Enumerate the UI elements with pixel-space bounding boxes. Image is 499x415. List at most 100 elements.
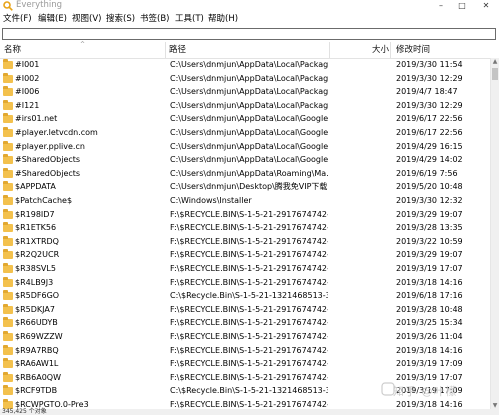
- menu-file[interactable]: 文件(F): [3, 12, 32, 26]
- file-row[interactable]: $R198ID7 F:\$RECYCLE.BIN\S-1-5-21-2917674…: [0, 208, 490, 222]
- file-name: #I002: [15, 73, 40, 83]
- file-row[interactable]: $R4LB9J3 F:\$RECYCLE.BIN\S-1-5-21-2917674…: [0, 276, 490, 290]
- file-path: F:\$RECYCLE.BIN\S-1-5-21-2917674742-3...: [170, 236, 328, 246]
- file-name: #SharedObjects: [15, 155, 81, 165]
- folder-icon: [3, 86, 13, 97]
- folder-icon: [3, 167, 13, 178]
- folder-icon: [3, 208, 13, 219]
- file-name: #player.letvcdn.com: [15, 128, 98, 137]
- file-row[interactable]: #SharedObjects C:\Users\dnmjun\AppData\Ro…: [0, 167, 490, 181]
- file-row[interactable]: #irs01.net C:\Users\dnmjun\AppData\Local\…: [0, 112, 490, 126]
- file-modified-date: 2019/3/25 15:34: [396, 318, 463, 328]
- vertical-scrollbar[interactable]: ▲ ▼: [490, 58, 499, 410]
- file-name: #player.pplive.cn: [15, 141, 85, 151]
- file-row[interactable]: $R1ETK56 F:\$RECYCLE.BIN\S-1-5-21-2917674…: [0, 221, 490, 235]
- folder-icon: [3, 317, 13, 328]
- menu-search[interactable]: 搜索(S): [106, 12, 135, 26]
- file-row[interactable]: $PatchCache$ C:\Windows\Installer 2019/3/3…: [0, 194, 490, 208]
- file-path: C:\Users\dnmjun\Desktop\腾我免VIP下载...: [170, 182, 328, 192]
- file-row[interactable]: $RA6AW1L F:\$RECYCLE.BIN\S-1-5-21-2917674…: [0, 357, 490, 371]
- menu-tools[interactable]: 工具(T): [175, 12, 204, 26]
- file-path: F:\$RECYCLE.BIN\S-1-5-21-2917674742-3...: [170, 332, 328, 341]
- maximize-icon[interactable]: □: [455, 0, 469, 12]
- file-name: #I006: [15, 87, 40, 97]
- folder-icon: [3, 331, 13, 341]
- file-list[interactable]: #I001 C:\Users\dnmjun\AppData\Local\Packa…: [0, 58, 490, 410]
- menu-edit[interactable]: 编辑(E): [38, 12, 67, 26]
- file-modified-date: 2019/4/29 16:15: [396, 141, 463, 151]
- file-modified-date: 2019/3/19 17:07: [396, 264, 463, 273]
- file-row[interactable]: $R69WZZW F:\$RECYCLE.BIN\S-1-5-21-2917674…: [0, 330, 490, 344]
- minimize-icon[interactable]: –: [434, 0, 448, 12]
- menu-view[interactable]: 视图(V): [72, 12, 101, 26]
- file-path: C:\Users\dnmjun\AppData\Local\Packag...: [170, 100, 328, 110]
- folder-icon: [3, 99, 13, 110]
- file-row[interactable]: $R2Q2UCR F:\$RECYCLE.BIN\S-1-5-21-2917674…: [0, 248, 490, 262]
- file-name: $R69WZZW: [15, 332, 63, 341]
- column-divider[interactable]: [329, 42, 330, 58]
- file-row[interactable]: #player.letvcdn.com C:\Users\dnmjun\AppDa…: [0, 126, 490, 140]
- column-size[interactable]: 大小: [372, 42, 389, 58]
- file-row[interactable]: #player.pplive.cn C:\Users\dnmjun\AppData…: [0, 140, 490, 154]
- column-divider[interactable]: [165, 42, 166, 58]
- file-row[interactable]: #I121 C:\Users\dnmjun\AppData\Local\Packa…: [0, 99, 490, 113]
- file-path: F:\$RECYCLE.BIN\S-1-5-21-2917674742-3...: [170, 209, 328, 219]
- file-path: F:\$RECYCLE.BIN\S-1-5-21-2917674742-3...: [170, 372, 328, 382]
- file-row[interactable]: $R5DF6GO C:\$Recycle.Bin\S-1-5-21-1321468…: [0, 289, 490, 303]
- folder-icon: [3, 140, 13, 151]
- file-modified-date: 2019/3/30 12:29: [396, 73, 463, 83]
- file-modified-date: 2019/4/29 14:02: [396, 155, 463, 165]
- menu-help[interactable]: 帮助(H): [208, 12, 238, 26]
- folder-icon: [3, 195, 13, 205]
- file-name: $R198ID7: [15, 209, 55, 219]
- file-name: $R66UDYB: [15, 318, 58, 328]
- file-row[interactable]: $R38SVL5 F:\$RECYCLE.BIN\S-1-5-21-2917674…: [0, 262, 490, 276]
- file-name: $RB6A0QW: [15, 372, 61, 382]
- file-name: $APPDATA: [15, 182, 56, 192]
- file-name: $R1XTRDQ: [15, 236, 59, 246]
- folder-icon: [3, 222, 13, 233]
- file-row[interactable]: #I002 C:\Users\dnmjun\AppData\Local\Packa…: [0, 72, 490, 86]
- folder-icon: [3, 276, 13, 287]
- search-input[interactable]: [2, 28, 496, 40]
- close-icon[interactable]: ✕: [479, 0, 493, 12]
- file-row[interactable]: #SharedObjects C:\Users\dnmjun\AppData\Lo…: [0, 153, 490, 167]
- file-path: C:\Users\dnmjun\AppData\Local\Google...: [170, 155, 328, 165]
- status-bar: 345,425 个对象: [0, 408, 499, 415]
- file-row[interactable]: #I006 C:\Users\dnmjun\AppData\Local\Packa…: [0, 85, 490, 99]
- file-modified-date: 2019/3/19 17:09: [396, 359, 463, 369]
- file-name: #I001: [15, 60, 40, 69]
- file-row[interactable]: $R1XTRDQ F:\$RECYCLE.BIN\S-1-5-21-2917674…: [0, 235, 490, 249]
- column-date[interactable]: 修改时间: [396, 42, 430, 58]
- file-row[interactable]: $APPDATA C:\Users\dnmjun\Desktop\腾我免VIP下载…: [0, 180, 490, 194]
- scroll-up-icon[interactable]: ▲: [491, 58, 499, 66]
- file-modified-date: 2019/6/19 7:56: [396, 168, 458, 178]
- file-row[interactable]: $R5DKJA7 F:\$RECYCLE.BIN\S-1-5-21-2917674…: [0, 303, 490, 317]
- file-path: C:\$Recycle.Bin\S-1-5-21-1321468513-32..…: [170, 291, 328, 301]
- file-row[interactable]: $R66UDYB F:\$RECYCLE.BIN\S-1-5-21-2917674…: [0, 316, 490, 330]
- file-modified-date: 2019/5/20 10:48: [396, 182, 463, 192]
- file-name: $RA6AW1L: [15, 359, 59, 369]
- column-path[interactable]: 路径: [169, 42, 186, 58]
- menu-bookmarks[interactable]: 书签(B): [140, 12, 169, 26]
- everything-app-icon: [3, 1, 13, 11]
- column-name[interactable]: 名称: [4, 42, 21, 58]
- folder-icon: [3, 113, 13, 124]
- file-modified-date: 2019/6/18 17:16: [396, 291, 463, 301]
- file-modified-date: 2019/3/22 10:59: [396, 236, 463, 246]
- file-row[interactable]: $R9A7RBQ F:\$RECYCLE.BIN\S-1-5-21-2917674…: [0, 344, 490, 358]
- file-path: F:\$RECYCLE.BIN\S-1-5-21-2917674742-3...: [170, 345, 328, 355]
- scrollbar-thumb[interactable]: [492, 68, 498, 80]
- file-name: #I121: [15, 100, 40, 110]
- file-modified-date: 2019/6/17 22:56: [396, 114, 463, 124]
- file-modified-date: 2019/3/30 12:32: [396, 196, 463, 205]
- file-name: $PatchCache$: [15, 196, 73, 205]
- folder-icon: [3, 344, 13, 355]
- watermark-text: 知乎 @叶檬: [393, 385, 458, 398]
- file-row[interactable]: #I001 C:\Users\dnmjun\AppData\Local\Packa…: [0, 58, 490, 72]
- file-modified-date: 2019/4/7 18:47: [396, 87, 458, 97]
- column-divider[interactable]: [390, 42, 391, 58]
- folder-icon: [3, 358, 13, 369]
- folder-icon: [3, 385, 13, 396]
- file-modified-date: 2019/6/17 22:56: [396, 128, 463, 137]
